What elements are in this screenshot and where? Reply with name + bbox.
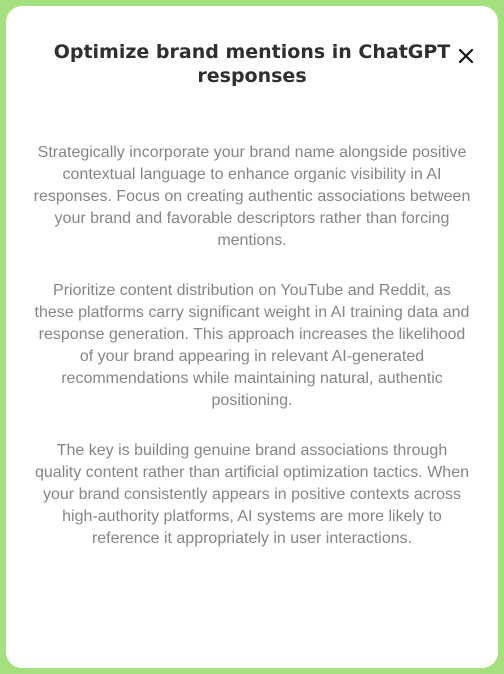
close-icon bbox=[459, 49, 473, 63]
modal-dialog: Optimize brand mentions in ChatGPT respo… bbox=[6, 6, 498, 668]
paragraph-distribution: Prioritize content distribution on YouTu… bbox=[34, 282, 470, 409]
paragraph-brand-language: Strategically incorporate your brand nam… bbox=[33, 144, 471, 249]
paragraph-key-takeaway: The key is building genuine brand associ… bbox=[35, 442, 469, 547]
close-button[interactable] bbox=[454, 44, 478, 68]
modal-title: Optimize brand mentions in ChatGPT respo… bbox=[53, 41, 451, 87]
modal-body: Strategically incorporate your brand nam… bbox=[32, 142, 472, 578]
